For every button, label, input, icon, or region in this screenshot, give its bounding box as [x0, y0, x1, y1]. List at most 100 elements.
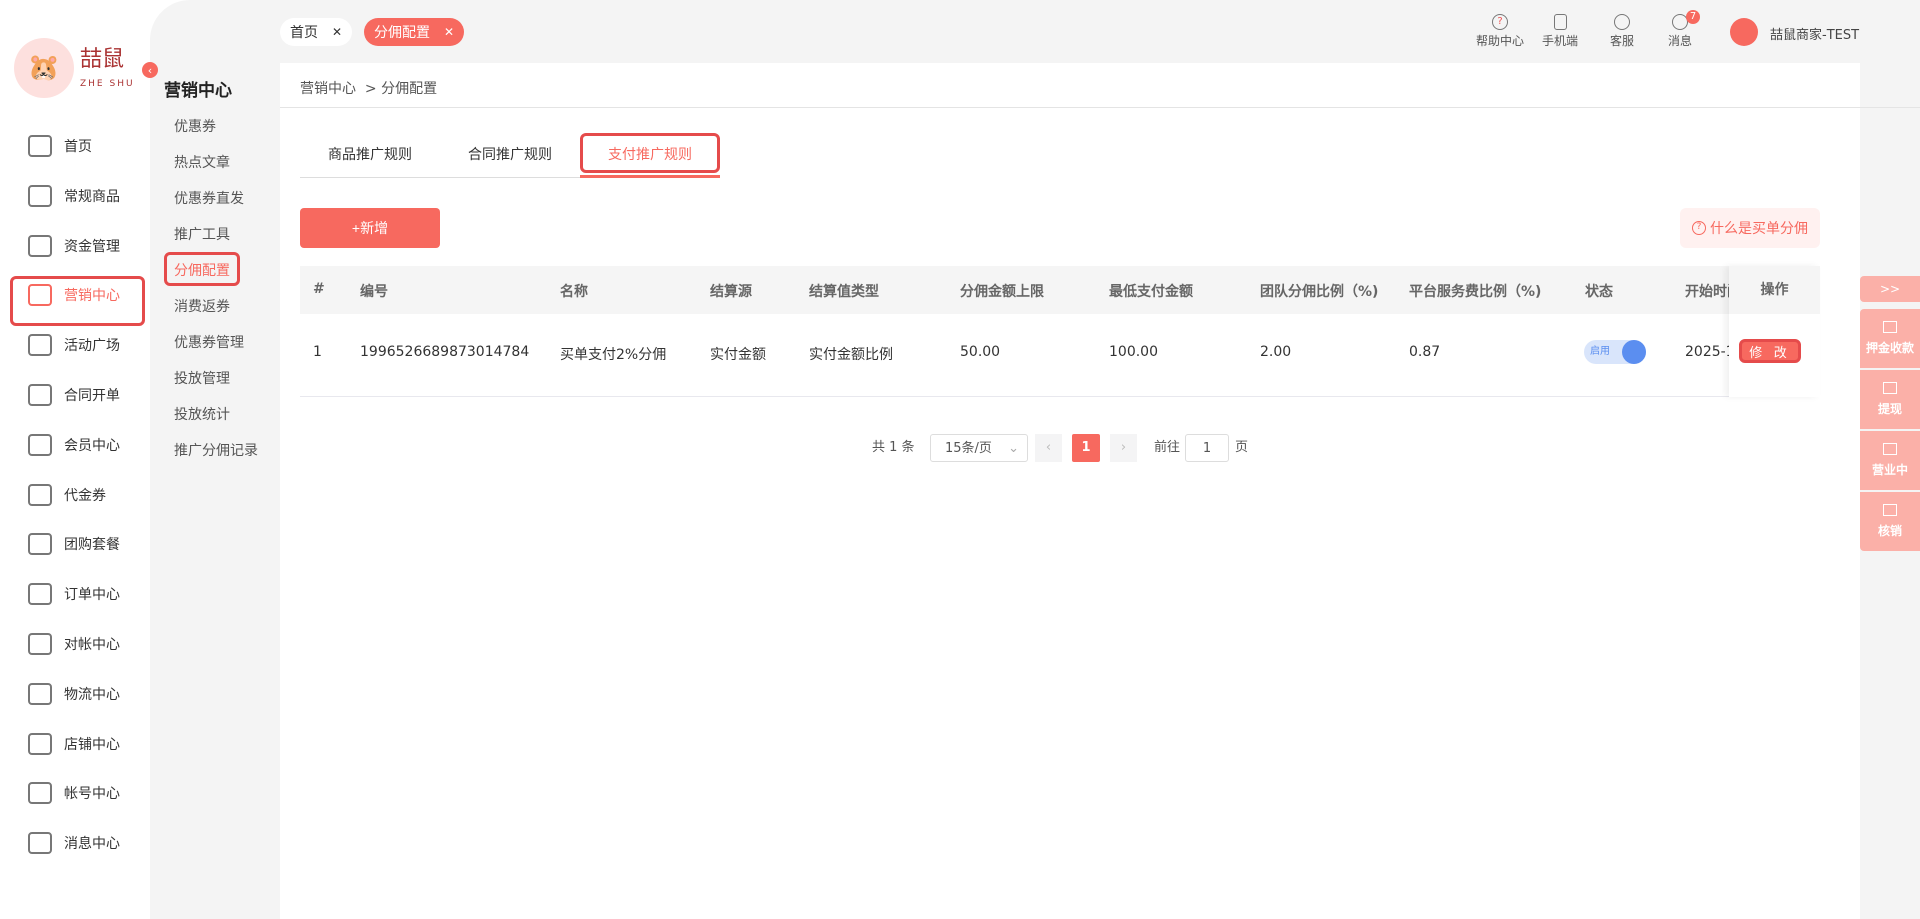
header-cell: 结算值类型 [809, 284, 879, 300]
collapse-sidebar-icon[interactable]: ‹ [142, 62, 158, 78]
goto-label: 前往 [1154, 440, 1181, 455]
messages-button[interactable]: 消息 [1650, 14, 1710, 49]
header-action: 操作 [1729, 266, 1820, 314]
nav-label: 消息中心 [64, 836, 120, 853]
service-button[interactable]: 客服 [1592, 14, 1652, 49]
row-divider [300, 396, 1820, 397]
help-center-button[interactable]: ? 帮助中心 [1470, 14, 1530, 49]
right-panel-2[interactable]: 营业中 [1860, 431, 1920, 490]
header-cell: 名称 [560, 284, 588, 300]
right-panel-3[interactable]: 核销 [1860, 492, 1920, 551]
nav-label: 合同开单 [64, 388, 120, 404]
cell-code: 1996526689873014784 [360, 344, 530, 360]
right-panel-1[interactable]: 提现 [1860, 370, 1920, 429]
tab-payment-rules[interactable]: 支付推广规则 [608, 144, 692, 164]
message-icon [28, 832, 52, 855]
nav-item-2[interactable]: 资金管理 [28, 231, 148, 261]
submenu-item-3[interactable]: 推广工具 [174, 224, 230, 244]
nav-item-12[interactable]: 店铺中心 [28, 729, 148, 759]
active-tab-indicator [580, 175, 720, 178]
nav-label: 首页 [64, 139, 92, 155]
nav-item-10[interactable]: 对帐中心 [28, 629, 148, 659]
mobile-button[interactable]: 手机端 [1530, 14, 1590, 49]
expand-panel-button[interactable]: >> [1860, 276, 1920, 302]
cell-min_pay: 100.00 [1109, 344, 1158, 360]
submenu-item-8[interactable]: 投放统计 [174, 404, 230, 424]
close-icon[interactable]: ✕ [444, 25, 454, 39]
submenu-item-5[interactable]: 消费返券 [174, 296, 230, 316]
nav-item-7[interactable]: 代金券 [28, 480, 148, 510]
avatar[interactable] [1730, 18, 1758, 46]
open-tab-label: 分佣配置 [374, 25, 430, 41]
brand-sub: ZHE SHU [80, 79, 135, 89]
prev-page-button[interactable]: ‹ [1035, 434, 1062, 462]
edit-button[interactable]: 修 改 [1739, 339, 1801, 363]
nav-label: 店铺中心 [64, 736, 120, 753]
user-name[interactable]: 喆鼠商家-TEST [1770, 24, 1859, 43]
action-column: 操作 修 改 [1729, 266, 1820, 397]
headset-icon [1614, 14, 1630, 30]
what-is-commission-button[interactable]: ? 什么是买单分佣 [1680, 208, 1820, 248]
bookmark-icon [1883, 382, 1897, 394]
nav-item-8[interactable]: 团购套餐 [28, 529, 148, 559]
label: 什么是买单分佣 [1710, 221, 1808, 237]
nav-item-11[interactable]: 物流中心 [28, 679, 148, 709]
brand-name: 喆鼠 [80, 47, 125, 72]
chevron-down-icon: ⌄ [1008, 441, 1019, 456]
open-tab-commission[interactable]: 分佣配置 ✕ [364, 18, 465, 46]
card-icon [1883, 321, 1897, 333]
next-page-button[interactable]: › [1110, 434, 1137, 462]
submenu-item-4[interactable]: 分佣配置 [174, 260, 230, 280]
label: 押金收款 [1865, 341, 1914, 355]
pagination: 共 1 条 15条/页 ⌄ ‹ 1 › 前往 1 页 [0, 434, 1920, 462]
order-icon [28, 583, 52, 606]
cell-source: 实付金额 [710, 347, 766, 363]
status-toggle[interactable]: 启用 [1584, 340, 1646, 364]
nav-item-0[interactable]: 首页 [28, 131, 148, 161]
submenu-item-7[interactable]: 投放管理 [174, 368, 230, 388]
submenu-item-6[interactable]: 优惠券管理 [174, 332, 244, 352]
page-size-select[interactable]: 15条/页 ⌄ [930, 434, 1028, 462]
question-icon: ? [1692, 221, 1706, 235]
nav-item-4[interactable]: 活动广场 [28, 330, 148, 360]
brand: 喆鼠 ZHE SHU [80, 48, 135, 96]
nav-label: 营销中心 [64, 288, 120, 305]
contract-icon [28, 384, 52, 406]
nav-item-5[interactable]: 合同开单 [28, 380, 148, 410]
nav-item-1[interactable]: 常规商品 [28, 181, 148, 211]
nav-item-14[interactable]: 消息中心 [28, 828, 148, 858]
nav-item-9[interactable]: 订单中心 [28, 579, 148, 609]
close-icon[interactable]: ✕ [332, 25, 342, 39]
tab-product-rules[interactable]: 商品推广规则 [328, 144, 412, 164]
header-cell: 状态 [1585, 284, 1613, 300]
box-icon [28, 682, 52, 705]
submenu-item-2[interactable]: 优惠券直发 [174, 188, 244, 208]
goto-input[interactable]: 1 [1185, 434, 1229, 462]
label: 营业中 [1871, 463, 1908, 477]
open-tab-home[interactable]: 首页 ✕ [280, 18, 353, 46]
group-buy-icon [28, 533, 52, 556]
cell-start: 2025-1 [1685, 344, 1729, 360]
voucher-icon [28, 483, 52, 506]
yen-icon [28, 633, 52, 655]
header-cell: # [313, 281, 325, 297]
nav-item-13[interactable]: 帐号中心 [28, 778, 148, 808]
cell-platform: 0.87 [1409, 344, 1441, 360]
header-cell: 分佣金额上限 [960, 284, 1044, 300]
open-tab-label: 首页 [290, 25, 318, 41]
activity-icon [28, 334, 52, 357]
add-button[interactable]: +新增 [300, 208, 440, 248]
nav-item-3[interactable]: 营销中心 [28, 280, 148, 310]
submenu-item-0[interactable]: 优惠券 [174, 116, 216, 136]
label: 核销 [1877, 524, 1902, 538]
cell-team: 2.00 [1260, 344, 1292, 360]
store-icon [1883, 443, 1897, 455]
nav-label: 资金管理 [64, 238, 120, 255]
right-panel-0[interactable]: 押金收款 [1860, 309, 1920, 368]
home-icon [28, 135, 52, 157]
submenu-item-1[interactable]: 热点文章 [174, 152, 230, 172]
tab-contract-rules[interactable]: 合同推广规则 [468, 144, 552, 164]
label: 提现 [1877, 402, 1902, 416]
phone-icon [1553, 14, 1567, 30]
page-1[interactable]: 1 [1072, 434, 1100, 462]
